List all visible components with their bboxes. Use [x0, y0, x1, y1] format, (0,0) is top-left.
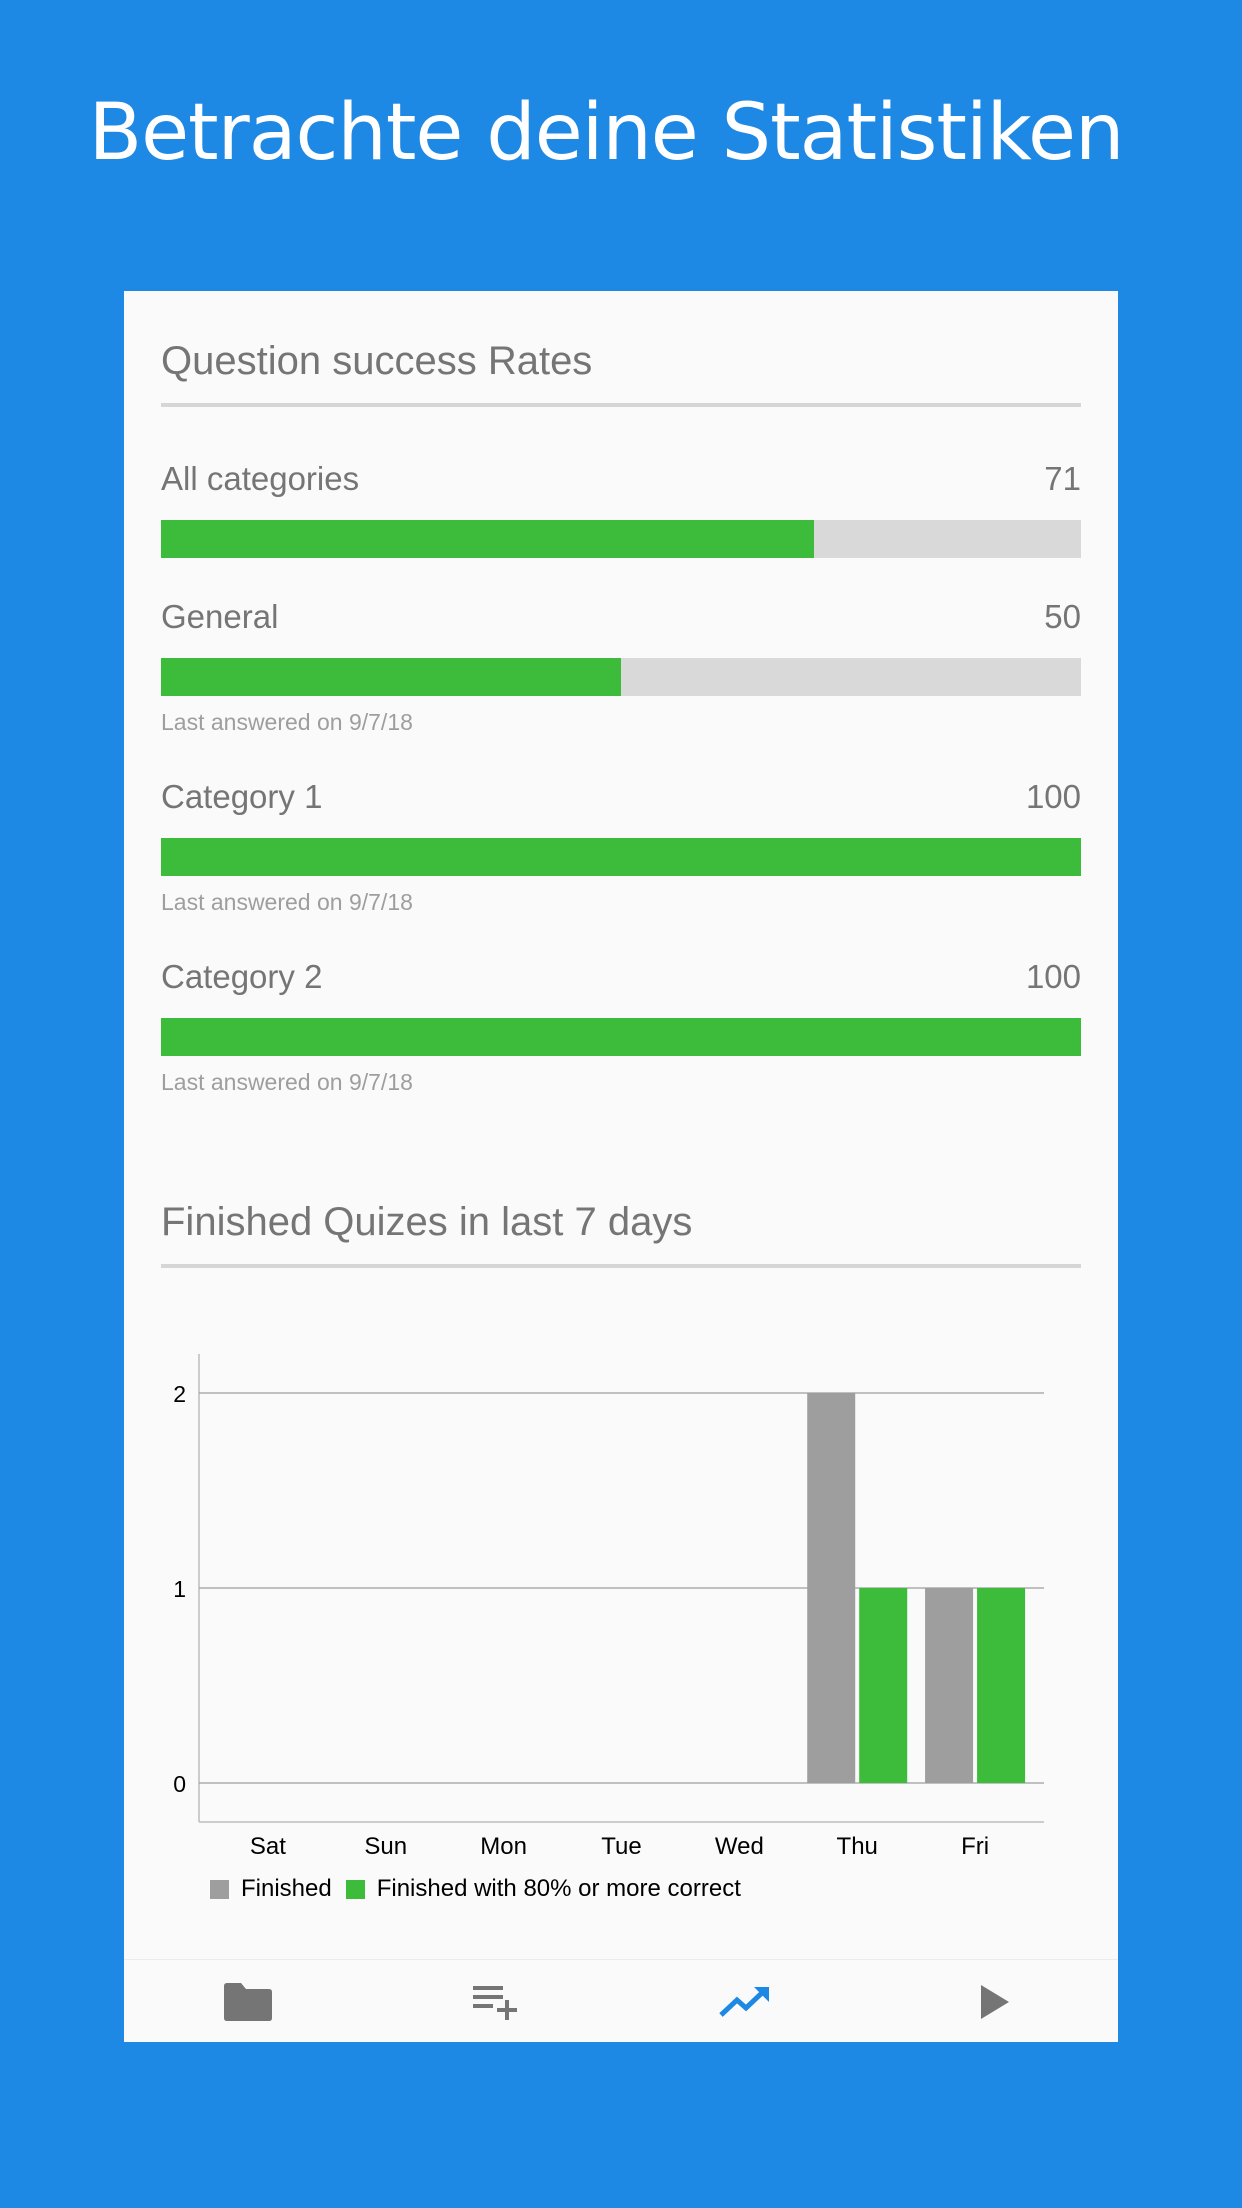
y-tick-label: 0: [173, 1771, 186, 1797]
folder-icon: [224, 1982, 273, 2021]
y-tick-label: 2: [173, 1381, 186, 1407]
bar-finished-fri: [925, 1588, 974, 1783]
bottom-navigation: [124, 1959, 1118, 2042]
play-icon: [980, 1984, 1009, 2019]
legend-item-finished-80: Finished with 80% or more correct: [345, 1875, 741, 1903]
bar-finished-80-fri: [977, 1588, 1026, 1783]
headline: Betrachte deine Statistiken: [88, 88, 1125, 178]
x-tick-label: Mon: [480, 1833, 527, 1860]
chart-legend: Finished Finished with 80% or more corre…: [210, 1875, 755, 1903]
legend-item-finished: Finished: [210, 1875, 332, 1903]
bar-finished-80-thu: [859, 1588, 908, 1783]
finished-quizzes-chart: 0 1 2 Sat Sun Mon Tue Wed Thu Fri: [173, 1354, 1044, 1860]
x-tick-label: Sun: [364, 1833, 407, 1860]
nav-item-play[interactable]: [870, 1960, 1119, 2042]
legend-swatch-finished-80: [345, 1879, 365, 1899]
y-tick-label: 1: [173, 1576, 186, 1602]
legend-label: Finished: [241, 1875, 332, 1902]
x-tick-label: Sat: [250, 1833, 286, 1860]
nav-item-statistics[interactable]: [621, 1960, 870, 2042]
x-tick-label: Thu: [837, 1833, 878, 1860]
x-tick-label: Wed: [715, 1833, 764, 1860]
legend-swatch-finished: [210, 1879, 229, 1899]
bar-finished-thu: [807, 1393, 856, 1783]
legend-label: Finished with 80% or more correct: [376, 1875, 741, 1902]
app-screen: Question success Rates All categories 71…: [124, 291, 1118, 2042]
playlist-add-icon: [472, 1985, 517, 2020]
x-tick-label: Fri: [961, 1833, 989, 1860]
nav-item-add-question[interactable]: [373, 1960, 622, 2042]
nav-item-categories[interactable]: [124, 1960, 373, 2042]
trending-up-icon: [719, 1986, 770, 2017]
x-tick-label: Tue: [601, 1833, 641, 1860]
